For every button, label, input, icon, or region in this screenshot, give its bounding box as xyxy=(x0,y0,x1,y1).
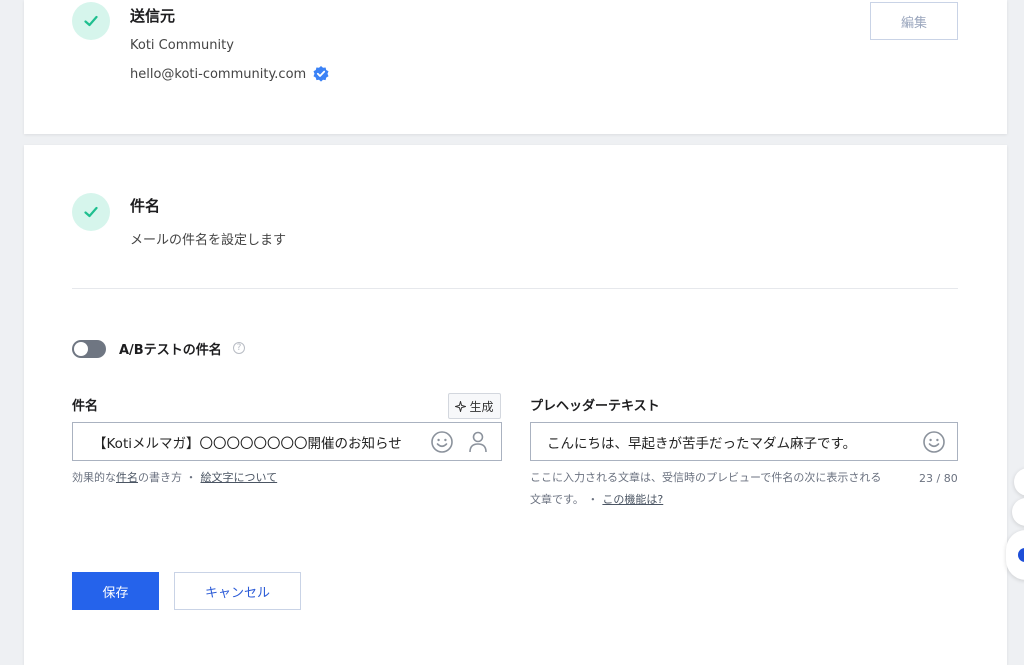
preheader-hint: ここに入力される文章は、受信時のプレビューで件名の次に表示される 文章です。 ・… xyxy=(530,467,910,511)
check-icon xyxy=(84,15,98,27)
floating-button[interactable] xyxy=(1014,468,1024,496)
generate-button[interactable]: 生成 xyxy=(448,393,501,419)
sender-title: 送信元 xyxy=(130,7,176,25)
feature-info-link[interactable]: この機能は? xyxy=(602,493,663,506)
subject-title: 件名 xyxy=(130,197,161,215)
verified-badge-icon xyxy=(312,65,330,83)
sender-email: hello@koti-community.com xyxy=(130,66,307,82)
edit-sender-button[interactable]: 編集 xyxy=(870,2,958,40)
preheader-char-counter: 23 / 80 xyxy=(919,472,958,485)
cancel-button[interactable]: キャンセル xyxy=(174,572,301,610)
sender-email-row: hello@koti-community.com xyxy=(130,65,330,83)
subject-description: メールの件名を設定します xyxy=(130,233,287,248)
floating-button[interactable] xyxy=(1012,498,1024,526)
sparkle-icon xyxy=(455,400,467,412)
emoji-icon[interactable] xyxy=(922,430,946,454)
chat-avatar-icon xyxy=(1018,548,1024,562)
person-icon[interactable] xyxy=(467,430,489,454)
preheader-field-label: プレヘッダーテキスト xyxy=(530,399,660,414)
preheader-hint-line2-row: 文章です。 ・この機能は? xyxy=(530,489,910,511)
ab-test-toggle[interactable] xyxy=(72,340,106,358)
preheader-input-value: こんにちは、早起きが苦手だったマダム麻子です。 xyxy=(547,435,857,452)
floating-chat-button[interactable] xyxy=(1006,530,1024,580)
subject-card: 件名 メールの件名を設定します A/Bテストの件名 ? 件名 生成 【Kotiメ… xyxy=(24,145,1007,665)
sender-card: 送信元 Koti Community hello@koti-community.… xyxy=(24,0,1007,134)
save-button[interactable]: 保存 xyxy=(72,572,159,610)
sender-status-check xyxy=(72,2,110,40)
generate-label: 生成 xyxy=(469,399,494,414)
subject-input[interactable]: 【Kotiメルマガ】〇〇〇〇〇〇〇〇開催のお知らせ xyxy=(72,422,502,461)
check-icon xyxy=(84,206,98,218)
preheader-hint-line2: 文章です。 ・ xyxy=(530,493,599,506)
subject-writing-link[interactable]: 件名 xyxy=(116,471,138,484)
subject-field-label: 件名 xyxy=(72,399,99,414)
toggle-knob xyxy=(74,342,88,356)
emoji-info-link[interactable]: 絵文字について xyxy=(201,471,278,484)
subject-status-check xyxy=(72,193,110,231)
ab-test-label: A/Bテストの件名 xyxy=(119,343,222,358)
subject-hint-middle: の書き方 ・ xyxy=(138,471,197,484)
emoji-icon[interactable] xyxy=(430,430,454,454)
sender-name: Koti Community xyxy=(130,38,234,53)
section-divider xyxy=(72,288,958,289)
subject-input-value: 【Kotiメルマガ】〇〇〇〇〇〇〇〇開催のお知らせ xyxy=(93,435,402,452)
subject-hint-prefix: 効果的な xyxy=(72,471,116,484)
preheader-hint-line1: ここに入力される文章は、受信時のプレビューで件名の次に表示される xyxy=(530,471,882,484)
help-icon[interactable]: ? xyxy=(233,342,245,354)
subject-hint: 効果的な件名の書き方 ・絵文字について xyxy=(72,467,277,489)
preheader-input[interactable]: こんにちは、早起きが苦手だったマダム麻子です。 xyxy=(530,422,958,461)
